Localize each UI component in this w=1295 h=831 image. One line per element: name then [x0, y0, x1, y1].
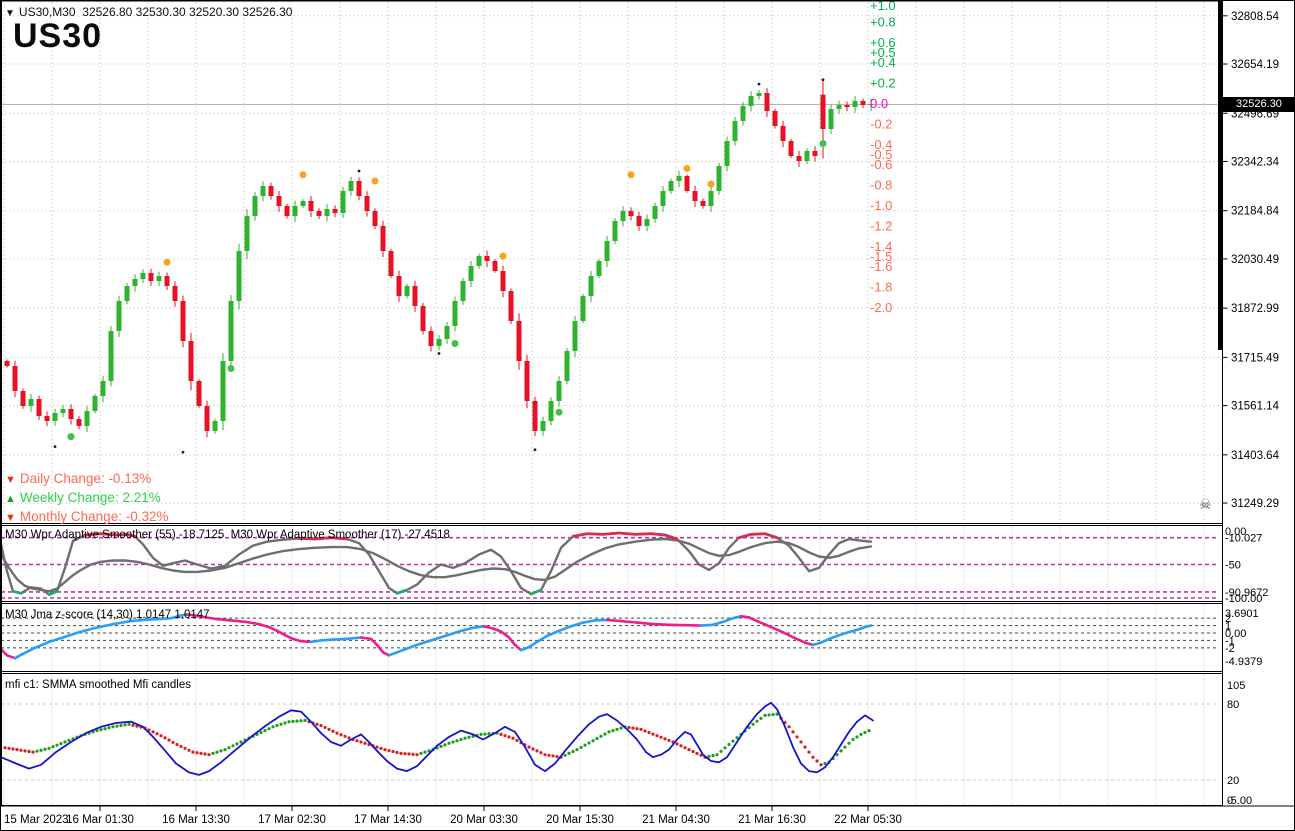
svg-text:31249.29: 31249.29: [1231, 498, 1279, 510]
svg-text:20 Mar 15:30: 20 Mar 15:30: [546, 814, 614, 826]
monthly-change: ▼ Monthly Change: -0.32%: [5, 508, 168, 527]
svg-text:-0.2: -0.2: [870, 116, 892, 131]
svg-text:-4.9379: -4.9379: [1225, 656, 1262, 668]
svg-text:-1.6: -1.6: [870, 259, 892, 274]
mfi-panel-title: mfi c1: SMMA smoothed Mfi candles: [5, 679, 191, 691]
wpr-axis-label: -10.027: [1225, 533, 1262, 545]
mfi-axis-label: -5.00: [1227, 795, 1252, 807]
price-axis[interactable]: 32808.5432654.1932496.6932342.3432184.84…: [1222, 11, 1280, 510]
svg-text:105: 105: [1227, 680, 1245, 692]
symbol-watermark: US30: [13, 17, 103, 55]
svg-text:-1.0: -1.0: [870, 198, 892, 213]
mfi-axis-label: 20: [1227, 775, 1239, 787]
svg-text:-10.027: -10.027: [1225, 533, 1262, 545]
skull-icon: ☠: [1199, 496, 1212, 512]
svg-text:+1.0: +1.0: [870, 1, 896, 13]
svg-text:+0.8: +0.8: [870, 14, 896, 29]
panel-borders: [1, 1, 1294, 807]
zscore-panel[interactable]: [1, 613, 1219, 660]
svg-text:-0.8: -0.8: [870, 178, 892, 193]
svg-text:17 Mar 14:30: 17 Mar 14:30: [354, 814, 422, 826]
down-arrow-icon: ▼: [5, 474, 16, 486]
svg-text:+0.2: +0.2: [870, 76, 896, 91]
up-arrow-icon: ▲: [5, 493, 16, 505]
svg-text:-5.00: -5.00: [1227, 795, 1252, 807]
monthly-change-text: Monthly Change: -0.32%: [19, 509, 169, 524]
svg-text:-2.0: -2.0: [870, 300, 892, 315]
zscore-axis-label: -4.9379: [1225, 656, 1262, 668]
svg-text:31403.64: 31403.64: [1231, 450, 1280, 462]
wpr-panel-title: M30 Wpr Adaptive Smoother (55) -18.7125 …: [5, 529, 450, 541]
change-summary: ▼ Daily Change: -0.13% ▲ Weekly Change: 2.…: [5, 470, 168, 527]
svg-text:-1.2: -1.2: [870, 218, 892, 233]
svg-text:32654.19: 32654.19: [1231, 59, 1279, 71]
daily-change-text: Daily Change: -0.13%: [19, 471, 152, 486]
svg-text:-2: -2: [1225, 643, 1235, 655]
svg-text:15 Mar 2023: 15 Mar 2023: [4, 814, 69, 826]
svg-text:16 Mar 13:30: 16 Mar 13:30: [162, 814, 230, 826]
wpr-axis-label: -100.00: [1225, 593, 1262, 605]
svg-text:16 Mar 01:30: 16 Mar 01:30: [66, 814, 134, 826]
svg-text:22 Mar 05:30: 22 Mar 05:30: [834, 814, 902, 826]
signal-dots: [53, 78, 827, 454]
mfi-axis-label: 105: [1227, 680, 1245, 692]
svg-text:-50: -50: [1225, 560, 1241, 572]
svg-text:31561.14: 31561.14: [1231, 401, 1280, 413]
down-arrow-icon: ▼: [5, 512, 16, 524]
svg-text:80: 80: [1227, 699, 1239, 711]
current-price-badge: 32526.30: [1223, 97, 1294, 112]
svg-text:0.0: 0.0: [870, 96, 888, 111]
svg-text:17 Mar 02:30: 17 Mar 02:30: [258, 814, 326, 826]
time-axis[interactable]: 15 Mar 202316 Mar 01:30 16 Mar 13:30 17 Ma…: [4, 806, 902, 826]
svg-text:21 Mar 16:30: 21 Mar 16:30: [738, 814, 806, 826]
zscore-panel-title: M30 Jma z-score (14,30) 1.0147 1.0147: [5, 609, 210, 621]
weekly-change-text: Weekly Change: 2.21%: [19, 490, 161, 505]
svg-text:20 Mar 03:30: 20 Mar 03:30: [450, 814, 518, 826]
svg-text:31715.49: 31715.49: [1231, 352, 1279, 364]
wpr-axis-label: -50: [1225, 560, 1241, 572]
mfi-axis-label: 80: [1227, 699, 1239, 711]
svg-text:32030.49: 32030.49: [1231, 254, 1279, 266]
svg-text:-0.6: -0.6: [870, 157, 892, 172]
mfi-panel[interactable]: [1, 701, 1219, 806]
svg-text:-100.00: -100.00: [1225, 593, 1262, 605]
svg-text:31872.99: 31872.99: [1231, 303, 1279, 315]
svg-text:32184.84: 32184.84: [1231, 206, 1280, 218]
svg-text:32342.34: 32342.34: [1231, 156, 1280, 168]
svg-text:21 Mar 04:30: 21 Mar 04:30: [642, 814, 710, 826]
price-scale-bar[interactable]: [1218, 1, 1222, 350]
daily-change: ▼ Daily Change: -0.13%: [5, 470, 168, 489]
wpr-panel[interactable]: [1, 531, 1219, 599]
zscore-axis-label: -2: [1225, 643, 1235, 655]
weekly-change: ▲ Weekly Change: 2.21%: [5, 489, 168, 508]
svg-text:+0.4: +0.4: [870, 55, 896, 70]
svg-text:32808.54: 32808.54: [1231, 11, 1280, 23]
trading-terminal-window: +1.0 +0.8 +0.6 +0.5 +0.4 +0.2 0.0 -0.2 -0.4 -0.5-…: [0, 0, 1295, 831]
svg-text:-1.8: -1.8: [870, 280, 892, 295]
chart-canvas[interactable]: +1.0+0.8+0.6+0.5+0.4+0.20.0-0.2-0.4-0.5-…: [1, 1, 1295, 831]
percent-ladder: +1.0+0.8+0.6+0.5+0.4+0.20.0-0.2-0.4-0.5-…: [870, 1, 896, 315]
svg-text:20: 20: [1227, 775, 1239, 787]
